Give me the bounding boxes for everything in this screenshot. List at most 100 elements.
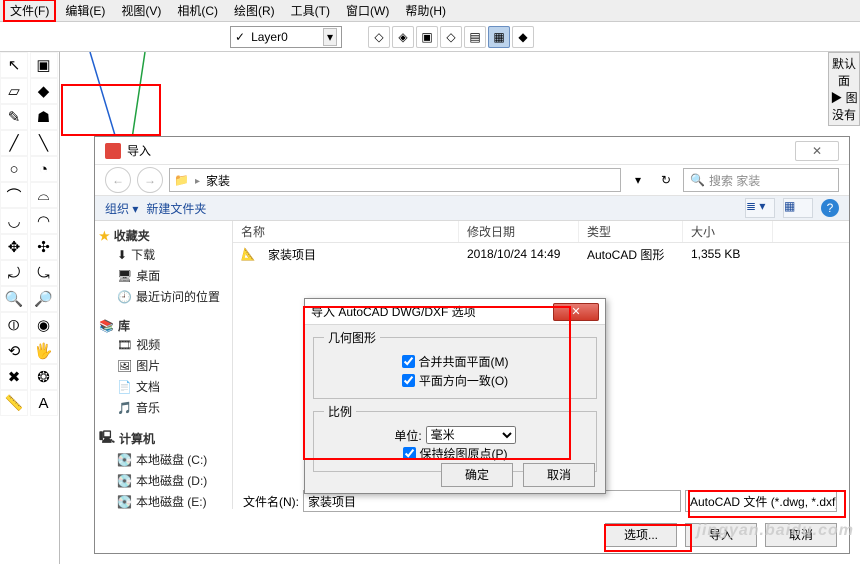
refresh-icon[interactable]: ↻ (655, 173, 677, 187)
style-texture-icon[interactable]: ▦ (488, 26, 510, 48)
menu-file[interactable]: 文件(F) (4, 0, 55, 21)
zoom-tool-icon[interactable]: 🔍 (0, 286, 28, 312)
layer-name: Layer0 (251, 30, 288, 44)
dwg-options-buttons: 确定 取消 (441, 463, 595, 487)
list-item[interactable]: 📐家装项目 2018/10/24 14:49 AutoCAD 图形 1,355 … (233, 243, 849, 265)
menu-tools[interactable]: 工具(T) (285, 0, 336, 21)
style-wire-icon[interactable]: ◇ (368, 26, 390, 48)
tree-music[interactable]: 🎵音乐 (99, 397, 228, 418)
arc-tool-icon[interactable]: ⌒ (0, 182, 28, 208)
layer-combo[interactable]: ✓ Layer0 ▾ (230, 26, 342, 48)
orient-faces-checkbox[interactable]: 平面方向一致(O) (324, 371, 586, 390)
tree-downloads[interactable]: ⬇下载 (99, 244, 228, 265)
close-icon[interactable]: ✕ (795, 141, 839, 161)
pencil-tool-icon[interactable]: ✎ (0, 104, 28, 130)
text-tool-icon[interactable]: A (30, 390, 58, 416)
watermark: jingyan.baidu.com (697, 522, 854, 540)
scale-group: 比例 单位: 毫米 保持绘图原点(P) (313, 403, 597, 472)
offset-tool-icon[interactable]: ⤿ (30, 260, 58, 286)
nav-tree[interactable]: 收藏夹 ⬇下载 🖥桌面 🕘最近访问的位置 📚 库 🎞视频 🖼图片 📄文档 🎵音乐… (95, 221, 233, 509)
nav-fwd-icon[interactable]: → (137, 167, 163, 193)
geometry-legend: 几何图形 (324, 329, 380, 346)
view-mode-button[interactable]: ≣ ▾ (745, 198, 775, 218)
paint-tool-icon[interactable]: ☗ (30, 104, 58, 130)
tree-computer[interactable]: 🖳 计算机 (99, 428, 228, 449)
organize-button[interactable]: 组织 ▾ (105, 200, 138, 217)
tree-libraries[interactable]: 📚 库 (99, 317, 228, 334)
nav-back-icon[interactable]: ← (105, 167, 131, 193)
preview-button[interactable]: ▦ (783, 198, 813, 218)
col-name[interactable]: 名称 (233, 221, 459, 242)
options-button[interactable]: 选项... (605, 523, 677, 547)
close-icon[interactable]: ✕ (553, 303, 599, 321)
scale-tool-icon[interactable]: ✣ (30, 234, 58, 260)
eraser-tool-icon[interactable]: ◆ (30, 78, 58, 104)
rotate-tool-icon[interactable]: ⤾ (0, 260, 28, 286)
pan-tool-icon[interactable]: 🖐 (30, 338, 58, 364)
style-shaded-icon[interactable]: ▣ (416, 26, 438, 48)
nav-row: ← → 📁 家装 ▾ ↻ 🔍 搜索 家装 (95, 165, 849, 195)
menu-help[interactable]: 帮助(H) (399, 0, 452, 21)
dwg-options-titlebar[interactable]: 导入 AutoCAD DWG/DXF 选项 ✕ (305, 299, 605, 325)
style-toolbar: ◇ ◈ ▣ ◇ ▤ ▦ ◆ (368, 26, 534, 48)
menu-camera[interactable]: 相机(C) (171, 0, 224, 21)
orbit-tool-icon[interactable]: ⦶ (0, 312, 28, 338)
menu-view[interactable]: 视图(V) (115, 0, 167, 21)
component-tool-icon[interactable]: ▣ (30, 52, 58, 78)
select-tool-icon[interactable]: ↖ (0, 52, 28, 78)
col-size[interactable]: 大小 (683, 221, 773, 242)
merge-faces-checkbox[interactable]: 合并共面平面(M) (324, 352, 586, 371)
polygon-tool-icon[interactable]: ◔ (30, 156, 58, 182)
style-mono-icon[interactable]: ▤ (464, 26, 486, 48)
tree-pictures[interactable]: 🖼图片 (99, 355, 228, 376)
menu-draw[interactable]: 绘图(R) (228, 0, 281, 21)
cancel-button[interactable]: 取消 (523, 463, 595, 487)
arc2-tool-icon[interactable]: ◡ (0, 208, 28, 234)
freehand-tool-icon[interactable]: ╲ (30, 130, 58, 156)
default-tray[interactable]: 默认面 ▶ 图 没有 (828, 52, 860, 126)
curve-tool-icon[interactable]: ◠ (30, 208, 58, 234)
col-date[interactable]: 修改日期 (459, 221, 579, 242)
search-input[interactable]: 🔍 搜索 家装 (683, 168, 839, 192)
line-tool-icon[interactable]: ╱ (0, 130, 28, 156)
file-name: 家装项目 (260, 244, 324, 265)
new-folder-button[interactable]: 新建文件夹 (146, 200, 206, 217)
circle-tool-icon[interactable]: ○ (0, 156, 28, 182)
style-xray-icon[interactable]: ◆ (512, 26, 534, 48)
lookaround-tool-icon[interactable]: ◉ (30, 312, 58, 338)
tree-drive-c[interactable]: 💽本地磁盘 (C:) (99, 449, 228, 470)
unit-combo[interactable]: 毫米 (426, 426, 516, 444)
filename-label: 文件名(N): (243, 493, 299, 510)
tree-favorites[interactable]: 收藏夹 (99, 227, 228, 244)
tape-tool-icon[interactable]: 📏 (0, 390, 28, 416)
file-size: 1,355 KB (683, 245, 773, 263)
layer-toolbar: ✓ Layer0 ▾ ◇ ◈ ▣ ◇ ▤ ▦ ◆ (0, 22, 860, 52)
section-tool-icon[interactable]: ❂ (30, 364, 58, 390)
tree-documents[interactable]: 📄文档 (99, 376, 228, 397)
move-tool-icon[interactable]: ✥ (0, 234, 28, 260)
ok-button[interactable]: 确定 (441, 463, 513, 487)
import-dialog-titlebar[interactable]: 导入 ✕ (95, 137, 849, 165)
menu-edit[interactable]: 编辑(E) (59, 0, 111, 21)
path-segment[interactable]: 家装 (206, 172, 230, 189)
style-shaded2-icon[interactable]: ◇ (440, 26, 462, 48)
zoomext-tool-icon[interactable]: 🔎 (30, 286, 58, 312)
dropdown-icon[interactable]: ▾ (323, 28, 337, 46)
undo-tool-icon[interactable]: ⟲ (0, 338, 28, 364)
list-columns[interactable]: 名称 修改日期 类型 大小 (233, 221, 849, 243)
filetype-combo[interactable]: AutoCAD 文件 (*.dwg, *.dxf)▾ (685, 490, 837, 512)
axes-tool-icon[interactable]: ✖ (0, 364, 28, 390)
tree-recent[interactable]: 🕘最近访问的位置 (99, 286, 228, 307)
style-hidden-icon[interactable]: ◈ (392, 26, 414, 48)
path-dropdown-icon[interactable]: ▾ (627, 173, 649, 187)
keep-origin-checkbox[interactable]: 保持绘图原点(P) (324, 444, 586, 463)
menu-window[interactable]: 窗口(W) (340, 0, 395, 21)
col-type[interactable]: 类型 (579, 221, 683, 242)
tree-videos[interactable]: 🎞视频 (99, 334, 228, 355)
help-icon[interactable]: ? (821, 199, 839, 217)
import-dialog-title: 导入 (127, 142, 151, 159)
tree-desktop[interactable]: 🖥桌面 (99, 265, 228, 286)
path-box[interactable]: 📁 家装 (169, 168, 621, 192)
rect-tool-icon[interactable]: ▱ (0, 78, 28, 104)
pie-tool-icon[interactable]: ⌓ (30, 182, 58, 208)
